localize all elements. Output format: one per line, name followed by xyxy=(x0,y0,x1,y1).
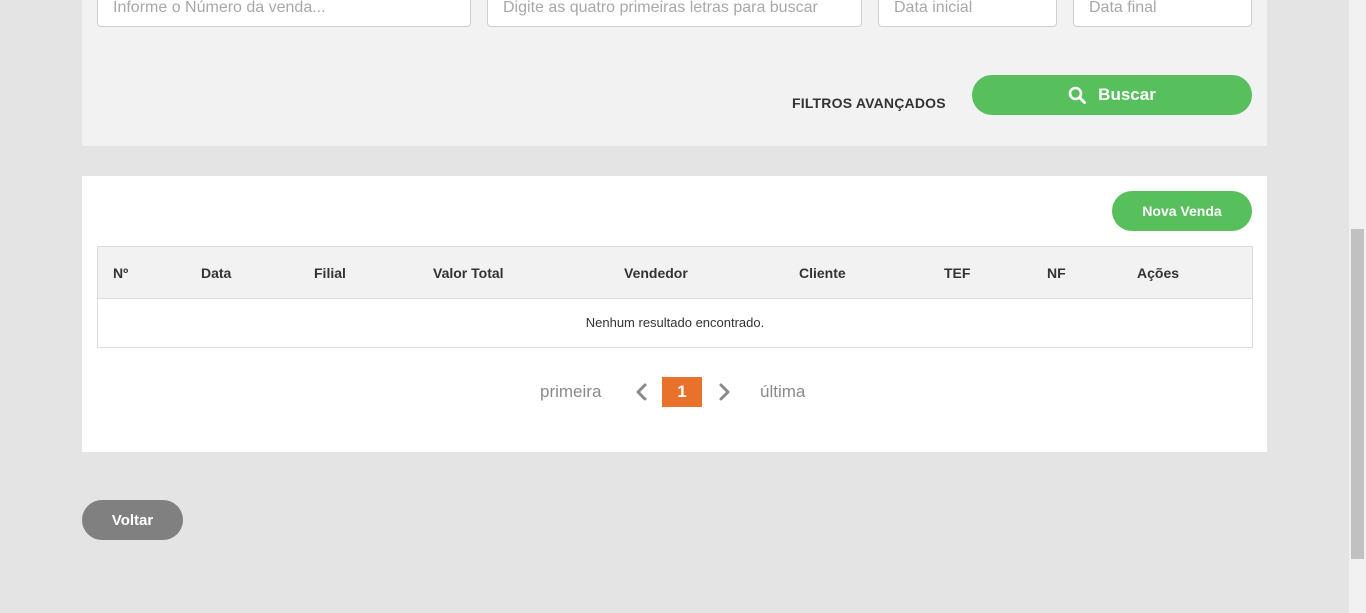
end-date-input[interactable]: Data final xyxy=(1073,0,1252,27)
advanced-filters-link[interactable]: FILTROS AVANÇADOS xyxy=(792,95,946,111)
sale-number-input[interactable]: Informe o Número da venda... xyxy=(97,0,471,27)
table-header: Nº Data Filial Valor Total Vendedor Clie… xyxy=(98,247,1252,299)
column-header-numero: Nº xyxy=(113,265,129,281)
sales-table: Nº Data Filial Valor Total Vendedor Clie… xyxy=(97,246,1253,348)
start-date-placeholder: Data inicial xyxy=(894,0,973,16)
pagination-first-link[interactable]: primeira xyxy=(540,382,601,402)
column-header-valor-total: Valor Total xyxy=(433,265,504,281)
chevron-right-icon[interactable] xyxy=(716,382,732,402)
chevron-left-icon[interactable] xyxy=(634,382,650,402)
sale-number-placeholder: Informe o Número da venda... xyxy=(113,0,326,16)
back-button[interactable]: Voltar xyxy=(82,500,183,540)
column-header-filial: Filial xyxy=(314,265,346,281)
pagination-last-link[interactable]: última xyxy=(760,382,805,402)
customer-search-placeholder: Digite as quatro primeiras letras para b… xyxy=(503,0,818,16)
column-header-tef: TEF xyxy=(944,265,971,281)
scrollbar-thumb[interactable] xyxy=(1351,229,1364,559)
search-icon xyxy=(1068,86,1087,104)
pagination: primeira 1 última xyxy=(82,376,1267,408)
column-header-acoes: Ações xyxy=(1137,265,1180,281)
search-button-label: Buscar xyxy=(1098,85,1156,104)
column-header-data: Data xyxy=(201,265,232,281)
results-panel: Nova Venda Nº Data Filial Valor Total Ve… xyxy=(82,176,1267,452)
column-header-vendedor: Vendedor xyxy=(624,265,688,281)
column-header-nf: NF xyxy=(1047,265,1066,281)
start-date-input[interactable]: Data inicial xyxy=(878,0,1057,27)
column-header-cliente: Cliente xyxy=(799,265,846,281)
customer-search-input[interactable]: Digite as quatro primeiras letras para b… xyxy=(487,0,862,27)
new-sale-button[interactable]: Nova Venda xyxy=(1112,191,1252,231)
pagination-current-page[interactable]: 1 xyxy=(662,377,702,407)
filter-panel: Informe o Número da venda... Digite as q… xyxy=(82,0,1267,146)
empty-results-row: Nenhum resultado encontrado. xyxy=(98,299,1252,347)
search-button[interactable]: Buscar xyxy=(972,75,1252,115)
empty-results-message: Nenhum resultado encontrado. xyxy=(585,315,765,330)
end-date-placeholder: Data final xyxy=(1089,0,1157,16)
